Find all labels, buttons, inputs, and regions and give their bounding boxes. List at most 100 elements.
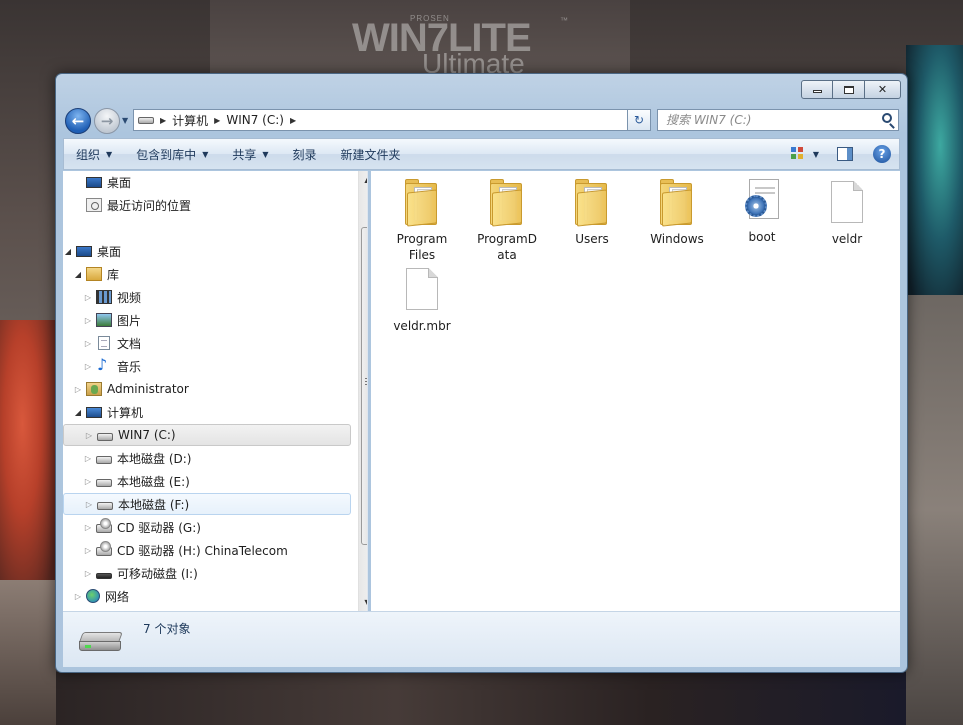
nav-drive-c[interactable]: ▷ WIN7 (C:) [63,424,351,446]
nav-favorite-desktop[interactable]: 桌面 [63,171,351,193]
nav-videos[interactable]: ▷ 视频 [63,286,351,308]
organize-label: 组织 [76,147,101,162]
refresh-button[interactable]: ↻ [627,109,651,131]
file-item-veldr-mbr[interactable]: veldr.mbr [382,268,462,334]
desktop-icon [86,176,102,188]
minimize-icon [812,90,822,93]
nav-label: CD 驱动器 (G:) [117,520,201,535]
search-box[interactable] [657,109,899,131]
nav-recent-places[interactable]: 最近访问的位置 [63,194,351,216]
nav-pictures[interactable]: ▷ 图片 [63,309,351,331]
views-dropdown-icon[interactable]: ▼ [813,150,819,159]
file-item-windows[interactable]: Windows [637,179,717,247]
nav-removable-i[interactable]: ▷ 可移动磁盘 (I:) [63,562,351,584]
picture-icon [96,313,112,327]
back-arrow-icon: ← [71,112,85,130]
nav-documents[interactable]: ▷ 文档 [63,332,351,354]
search-icon[interactable] [882,113,892,123]
expand-toggle-icon[interactable]: ▷ [73,385,83,394]
file-item-veldr[interactable]: veldr [807,181,887,247]
expand-toggle-icon[interactable]: ◢ [63,247,73,256]
address-bar[interactable]: ▶ 计算机 ▶ WIN7 (C:) ▶ ▼ [133,109,651,131]
file-item-users[interactable]: Users [552,179,632,247]
nav-drive-e[interactable]: ▷ 本地磁盘 (E:) [63,470,351,492]
navigation-pane: 桌面 最近访问的位置 ◢ 桌面 ◢ 库 ▷ 视频 ▷ 图片 ▷ 文档 ▷ ♪ 音… [63,171,368,611]
include-in-library-menu[interactable]: 包含到库中 ▼ [124,146,220,163]
forward-button[interactable]: → [94,108,120,134]
file-icon [831,181,863,223]
nav-cd-drive-g[interactable]: ▷ CD 驱动器 (G:) [63,516,351,538]
folder-icon [405,179,439,227]
maximize-button[interactable] [833,80,865,99]
help-icon[interactable]: ? [873,145,891,163]
wallpaper-left [0,320,56,580]
minimize-button[interactable] [801,80,833,99]
details-pane: 7 个对象 [63,611,900,667]
change-view-icon[interactable] [790,147,805,161]
share-menu[interactable]: 共享 ▼ [220,146,280,163]
expand-toggle-icon[interactable]: ▷ [83,293,93,302]
nav-music[interactable]: ▷ 音乐 [63,355,351,377]
nav-desktop-root[interactable]: ◢ 桌面 [63,240,351,262]
burn-label: 刻录 [292,147,317,162]
expand-toggle-icon[interactable]: ▷ [83,339,93,348]
expand-toggle-icon[interactable]: ▷ [83,523,93,532]
scrollbar-thumb[interactable] [361,227,367,545]
forward-arrow-icon: → [100,112,114,130]
expand-toggle-icon[interactable]: ◢ [73,408,83,417]
folder-icon [575,179,609,227]
breadcrumb-separator[interactable]: ▶ [214,116,220,125]
nav-cd-drive-h[interactable]: ▷ CD 驱动器 (H:) ChinaTelecom [63,539,351,561]
expand-toggle-icon[interactable]: ▷ [84,431,94,440]
expand-toggle-icon[interactable]: ▷ [73,592,83,601]
recent-pages-dropdown[interactable]: ▼ [122,116,128,125]
expand-toggle-icon[interactable]: ▷ [83,362,93,371]
expand-toggle-icon[interactable]: ▷ [83,546,93,555]
desktop-icon [76,245,92,257]
file-list: Program Files ProgramData Users Windows [371,171,900,611]
address-drive-icon [138,116,154,124]
file-item-programdata[interactable]: ProgramData [467,179,547,263]
expand-toggle-icon[interactable]: ▷ [83,316,93,325]
new-folder-button[interactable]: 新建文件夹 [329,146,413,163]
drive-icon [97,432,113,441]
nav-computer[interactable]: ◢ 计算机 [63,401,351,423]
burn-button[interactable]: 刻录 [281,146,329,163]
nav-label: 计算机 [107,405,144,420]
breadcrumb-computer[interactable]: 计算机 [172,112,208,129]
views-tile [797,147,803,152]
close-button[interactable]: ✕ [865,80,901,99]
nav-label: 音乐 [117,359,142,374]
nav-administrator[interactable]: ▷ Administrator [63,378,351,400]
breadcrumb-drive[interactable]: WIN7 (C:) [226,113,284,127]
search-input[interactable] [666,113,866,127]
back-button[interactable]: ← [65,108,91,134]
file-item-label: ProgramData [477,232,537,262]
expand-toggle-icon[interactable]: ◢ [73,270,83,279]
nav-libraries[interactable]: ◢ 库 [63,263,351,285]
expand-toggle-icon[interactable]: ▷ [84,500,94,509]
file-item-program-files[interactable]: Program Files [382,179,462,263]
preview-pane-icon[interactable] [837,147,853,161]
file-item-boot[interactable]: boot [722,179,802,245]
expand-toggle-icon[interactable]: ▷ [83,454,93,463]
nav-network[interactable]: ▷ 网络 [63,585,351,607]
expand-toggle-icon[interactable]: ▷ [83,569,93,578]
file-item-label: Program Files [396,232,448,262]
nav-scrollbar[interactable]: ▲ ▼ [358,171,367,611]
nav-drive-f[interactable]: ▷ 本地磁盘 (F:) [63,493,351,515]
expand-toggle-icon[interactable]: ▷ [83,477,93,486]
close-icon: ✕ [877,83,888,96]
nav-label: 文档 [117,336,142,351]
breadcrumb-separator[interactable]: ▶ [160,116,166,125]
nav-label: 最近访问的位置 [107,198,192,213]
organize-menu[interactable]: 组织 ▼ [64,146,124,163]
scroll-down-icon[interactable]: ▼ [359,594,367,611]
nav-drive-d[interactable]: ▷ 本地磁盘 (D:) [63,447,351,469]
new-folder-label: 新建文件夹 [340,147,401,162]
hard-drive-icon [79,632,123,652]
scroll-up-icon[interactable]: ▲ [359,171,367,188]
explorer-window: ✕ ← → ▼ ▶ 计算机 ▶ WIN7 (C:) ▶ ▼ ↻ 组织 ▼ 包含到… [55,73,908,673]
nav-label: CD 驱动器 (H:) ChinaTelecom [117,543,288,558]
breadcrumb-separator[interactable]: ▶ [290,116,296,125]
